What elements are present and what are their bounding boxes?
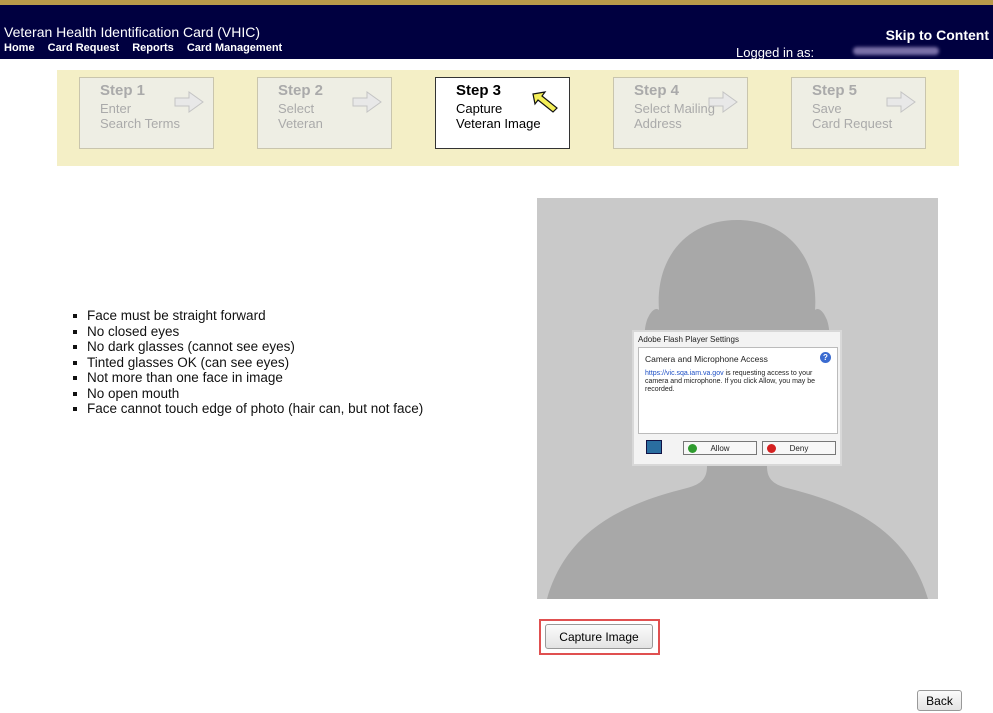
nav-card-request[interactable]: Card Request <box>48 42 120 54</box>
app-title: Veteran Health Identification Card (VHIC… <box>4 24 261 40</box>
camera-preview: Adobe Flash Player Settings Camera and M… <box>537 198 938 599</box>
allow-label: Allow <box>710 444 730 453</box>
nav-card-management[interactable]: Card Management <box>187 42 282 54</box>
top-nav: Home Card Request Reports Card Managemen… <box>4 42 292 54</box>
capture-image-button[interactable]: Capture Image <box>545 624 653 649</box>
arrow-right-icon <box>174 91 204 113</box>
step-2: Step 2 Select Veteran <box>257 77 392 149</box>
webcam-icon[interactable] <box>646 440 662 454</box>
allow-button[interactable]: Allow <box>683 441 757 455</box>
step-4: Step 4 Select Mailing Address <box>613 77 748 149</box>
step-5: Step 5 Save Card Request <box>791 77 926 149</box>
header-bar: Veteran Health Identification Card (VHIC… <box>0 0 993 60</box>
flash-settings-dialog: Adobe Flash Player Settings Camera and M… <box>632 330 842 466</box>
back-button[interactable]: Back <box>917 690 962 711</box>
arrow-right-icon <box>886 91 916 113</box>
redacted-username <box>853 47 939 55</box>
deny-button[interactable]: Deny <box>762 441 836 455</box>
dialog-button-bar: Allow Deny <box>638 440 836 458</box>
guideline-item: Face must be straight forward <box>73 308 423 324</box>
dialog-title: Adobe Flash Player Settings <box>638 335 739 344</box>
guideline-item: No closed eyes <box>73 324 423 340</box>
arrow-down-right-icon <box>532 91 558 113</box>
arrow-right-icon <box>708 91 738 113</box>
step-progress: Step 1 Enter Search Terms Step 2 Select … <box>57 70 959 166</box>
help-icon[interactable]: ? <box>820 352 831 363</box>
arrow-right-icon <box>352 91 382 113</box>
step-label-line2: Card Request <box>812 116 893 131</box>
dialog-heading: Camera and Microphone Access <box>645 354 768 364</box>
step-label-line2: Veteran Image <box>456 116 541 131</box>
deny-label: Deny <box>789 444 809 453</box>
dialog-message: https://vic.sqa.iam.va.gov is requesting… <box>645 370 830 394</box>
step-label-line2: Veteran <box>278 116 323 131</box>
skip-to-content-link[interactable]: Skip to Content <box>886 27 989 43</box>
guideline-item: Face cannot touch edge of photo (hair ca… <box>73 401 423 417</box>
step-3-current: Step 3 Capture Veteran Image <box>435 77 570 149</box>
nav-reports[interactable]: Reports <box>132 42 174 54</box>
guideline-item: Tinted glasses OK (can see eyes) <box>73 355 423 371</box>
dialog-content: Camera and Microphone Access ? https://v… <box>638 347 838 434</box>
logged-in-label: Logged in as: <box>736 45 815 60</box>
guideline-item: No open mouth <box>73 386 423 402</box>
step-label-line2: Search Terms <box>100 116 180 131</box>
guideline-item: No dark glasses (cannot see eyes) <box>73 339 423 355</box>
step-label-line2: Address <box>634 116 682 131</box>
site-link[interactable]: https://vic.sqa.iam.va.gov <box>645 370 724 377</box>
photo-guidelines-list: Face must be straight forward No closed … <box>73 308 423 417</box>
nav-home[interactable]: Home <box>4 42 35 54</box>
guideline-item: Not more than one face in image <box>73 370 423 386</box>
step-1: Step 1 Enter Search Terms <box>79 77 214 149</box>
